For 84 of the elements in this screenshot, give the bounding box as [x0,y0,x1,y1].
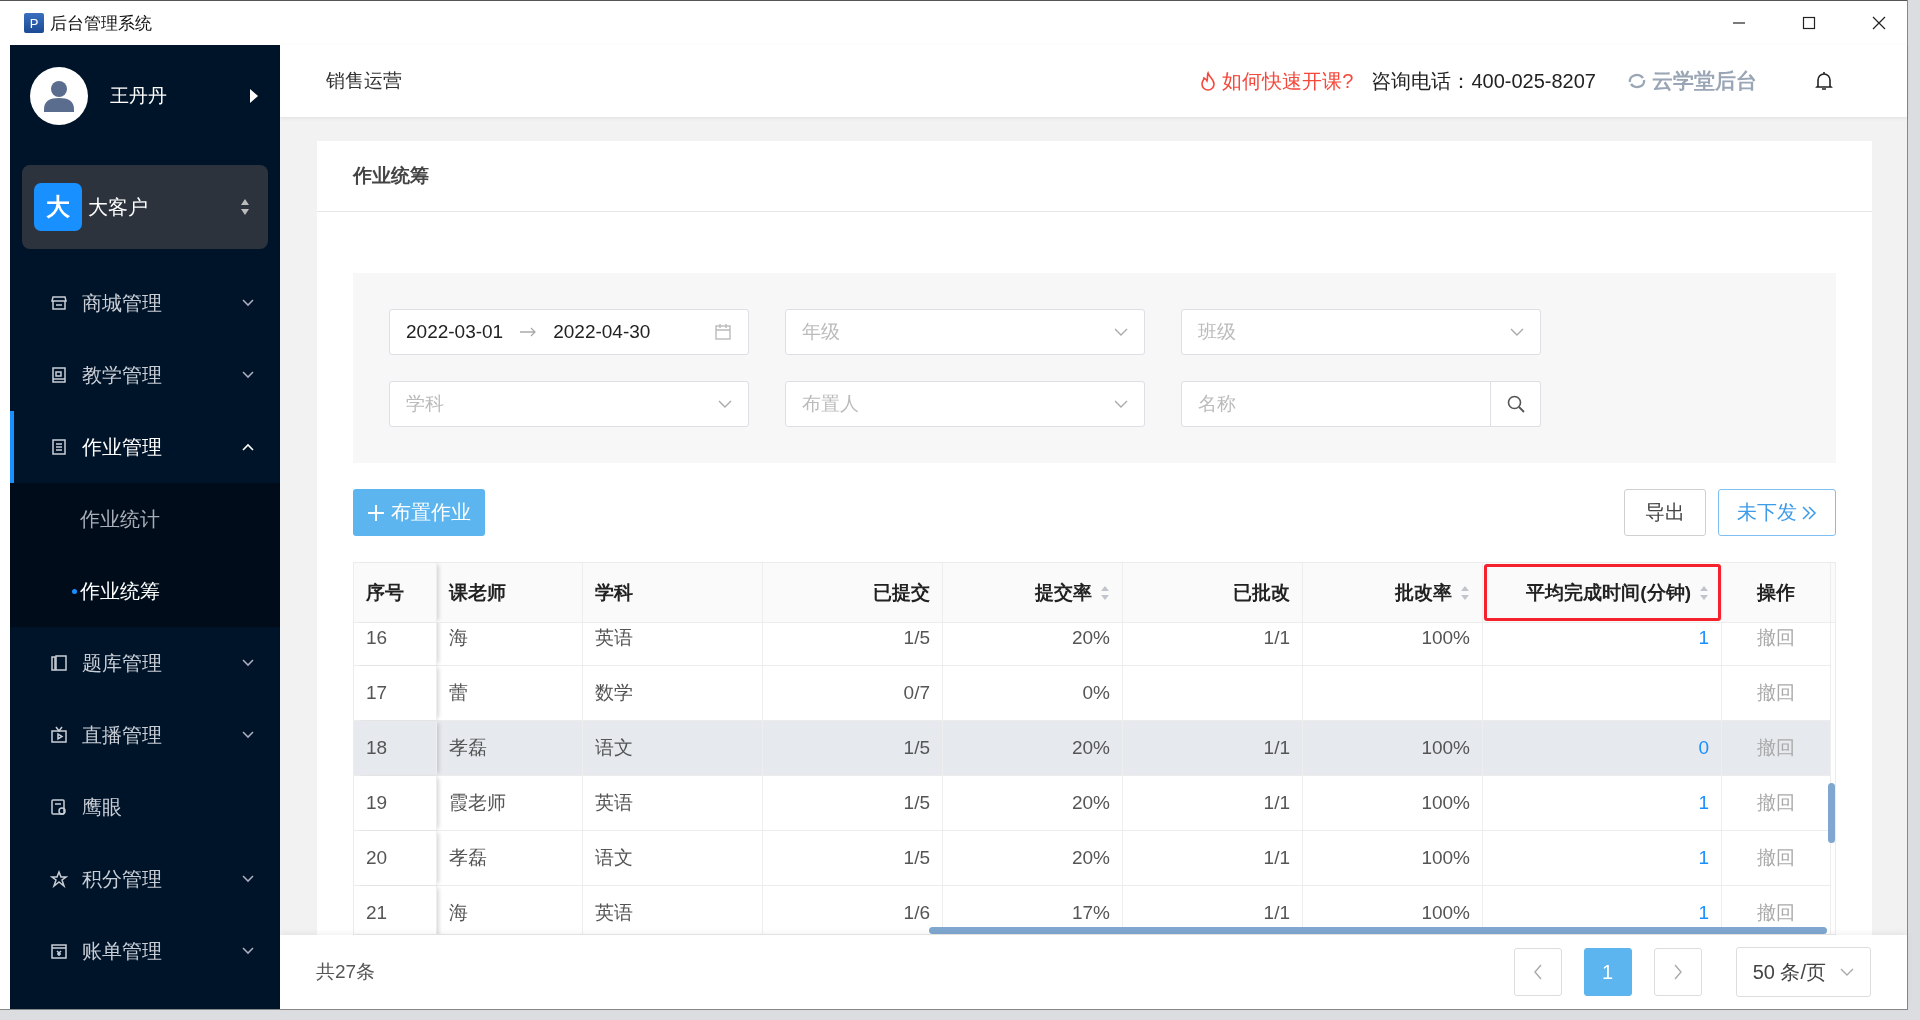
select-field[interactable]: 班级 [1181,309,1541,355]
search-button[interactable] [1491,381,1541,427]
avatar-icon[interactable] [30,67,88,125]
time-link[interactable]: 1 [1698,902,1709,924]
sort-icon [240,197,250,217]
menu-item[interactable]: 直播管理 [10,699,280,771]
scrollbar[interactable] [1828,783,1835,843]
book-icon [50,366,68,384]
section-title: 销售运营 [326,69,402,93]
org-badge: 大 [34,183,82,231]
caret-icon[interactable] [248,88,260,104]
column-header[interactable]: 提交率 [943,563,1123,622]
bell-icon[interactable] [1815,71,1833,91]
menu-item[interactable]: 积分管理 [10,843,280,915]
table-cell: 16 [354,623,437,665]
column-header: 序号 [354,563,437,622]
submenu-item[interactable]: 作业统计 [10,483,280,555]
calendar-icon [714,323,732,341]
time-link[interactable]: 1 [1698,847,1709,869]
help-link[interactable]: 如何快速开课? [1200,67,1354,95]
store-icon [50,294,68,312]
list-icon [50,438,68,456]
menu-item[interactable]: 商城管理 [10,267,280,339]
window-title: 后台管理系统 [50,12,152,35]
close-icon[interactable] [1871,15,1887,31]
page-button[interactable]: 1 [1583,948,1632,996]
time-link[interactable]: 1 [1698,792,1709,814]
maximize-icon[interactable] [1801,15,1817,31]
menu-item[interactable]: 鹰眼 [10,771,280,843]
column-header: 已提交 [763,563,943,622]
pending-button[interactable]: 未下发 [1718,489,1836,536]
column-header: 已批改 [1123,563,1303,622]
page-title: 作业统筹 [317,141,1872,212]
column-header[interactable]: 平均完成时间(分钟) [1483,563,1722,622]
time-link[interactable]: 0 [1698,737,1709,759]
chevron-icon [1510,328,1524,336]
phone-text: 咨询电话：400-025-8207 [1371,68,1596,94]
time-link[interactable]: 1 [1698,627,1709,649]
refresh-icon [1626,73,1648,89]
select-field[interactable]: 布置人 [785,381,1145,427]
column-header: 课老师 [437,563,583,622]
menu-item[interactable]: 题库管理 [10,627,280,699]
chevron-icon [1114,400,1128,408]
scrollbar[interactable] [929,927,1827,934]
column-header: 学科 [583,563,763,622]
select-field[interactable]: 学科 [389,381,749,427]
star-icon [50,870,68,888]
org-name: 大客户 [88,194,149,220]
brand-name[interactable]: 云学堂后台 [1652,67,1757,95]
plus-icon [367,503,385,522]
menu-item[interactable]: 账单管理 [10,915,280,987]
search-field[interactable]: 名称 [1181,381,1491,427]
library-icon [50,654,68,672]
search-icon [1505,394,1526,414]
chevron-left-icon [1532,964,1543,980]
menu-item[interactable]: 教学管理 [10,339,280,411]
chevron-right-icon [1672,964,1683,980]
table-cell: 17 [354,666,437,720]
end-date: 2022-04-30 [553,321,651,343]
double-chevron-icon [1801,504,1817,521]
app-icon: P [24,13,44,33]
chevron-icon [718,400,732,408]
table-cell: 19 [354,776,437,830]
org-selector[interactable]: 大 大客户 [22,165,268,249]
select-field[interactable]: 年级 [785,309,1145,355]
column-header[interactable]: 批改率 [1303,563,1483,622]
assign-button[interactable]: 布置作业 [353,489,485,536]
column-header: 操作 [1722,563,1831,622]
submenu-item[interactable]: 作业统筹 [10,555,280,627]
total-count: 共27条 [316,960,376,984]
table-cell: 18 [354,721,437,775]
user-name: 王丹丹 [110,84,168,108]
chevron-icon [1840,968,1854,976]
chevron-icon [1114,328,1128,336]
flame-icon [1200,71,1217,91]
invoice-icon [50,942,68,960]
table-cell: 20 [354,831,437,885]
table-cell: 21 [354,886,437,934]
date-range-field[interactable]: 2022-03-01 2022-04-30 [389,309,749,355]
export-button[interactable]: 导出 [1624,489,1706,536]
page-size-select[interactable]: 50 条/页 [1735,947,1871,997]
tv-icon [50,726,68,744]
arrow-icon [519,327,538,337]
start-date: 2022-03-01 [406,321,504,343]
